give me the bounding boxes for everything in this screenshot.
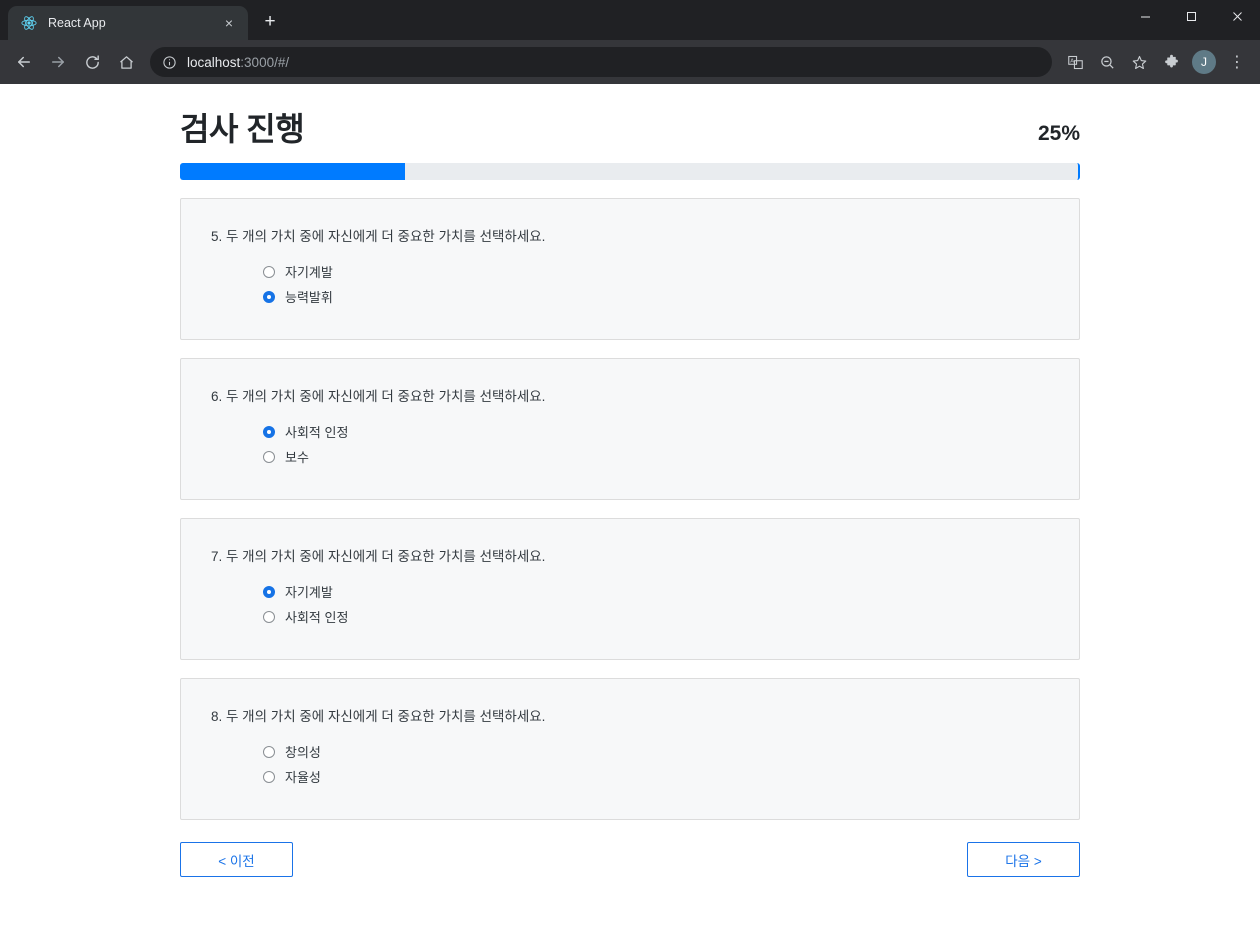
translate-icon[interactable]: A bbox=[1060, 47, 1090, 77]
window-maximize-button[interactable] bbox=[1168, 0, 1214, 32]
radio-button[interactable] bbox=[263, 290, 275, 303]
option-label: 자율성 bbox=[285, 770, 321, 785]
forward-icon[interactable] bbox=[42, 46, 74, 78]
browser-tab[interactable]: React App × bbox=[8, 6, 248, 40]
toolbar-icon-group: A J ⋮ bbox=[1060, 47, 1252, 77]
survey-container: 검사 진행 25% 5. 두 개의 가치 중에 자신에게 더 중요한 가치를 선… bbox=[180, 84, 1080, 877]
back-icon[interactable] bbox=[8, 46, 40, 78]
profile-avatar[interactable]: J bbox=[1192, 50, 1216, 74]
progress-percent-label: 25% bbox=[1037, 122, 1080, 145]
svg-text:A: A bbox=[1070, 58, 1074, 64]
question-card: 5. 두 개의 가치 중에 자신에게 더 중요한 가치를 선택하세요. 자기계발… bbox=[180, 198, 1080, 340]
home-icon[interactable] bbox=[110, 46, 142, 78]
bookmark-star-icon[interactable] bbox=[1124, 47, 1154, 77]
site-info-icon[interactable] bbox=[162, 55, 177, 70]
address-bar[interactable]: localhost:3000/#/ bbox=[150, 47, 1052, 77]
prev-button[interactable]: < 이전 bbox=[180, 842, 293, 877]
zoom-search-icon[interactable] bbox=[1092, 47, 1122, 77]
new-tab-button[interactable]: + bbox=[256, 8, 284, 36]
radio-button[interactable] bbox=[263, 585, 275, 598]
navigation-row: < 이전 다음 > bbox=[180, 842, 1080, 877]
survey-header: 검사 진행 25% bbox=[180, 104, 1080, 150]
tab-close-icon[interactable]: × bbox=[220, 14, 238, 32]
tab-title: React App bbox=[48, 16, 106, 30]
address-bar-url: localhost:3000/#/ bbox=[187, 55, 289, 70]
option-label: 사회적 인정 bbox=[285, 425, 349, 440]
question-text: 5. 두 개의 가치 중에 자신에게 더 중요한 가치를 선택하세요. bbox=[211, 229, 546, 244]
option-label: 보수 bbox=[285, 450, 309, 465]
radio-button[interactable] bbox=[263, 770, 275, 783]
radio-button[interactable] bbox=[263, 265, 275, 278]
option-row[interactable]: 능력발휘 bbox=[211, 284, 1049, 309]
option-label: 자기계발 bbox=[285, 265, 333, 280]
url-path: :3000/#/ bbox=[240, 54, 290, 70]
option-label: 창의성 bbox=[285, 745, 321, 760]
react-logo-icon bbox=[20, 14, 38, 32]
question-card: 6. 두 개의 가치 중에 자신에게 더 중요한 가치를 선택하세요. 사회적 … bbox=[180, 358, 1080, 500]
window-close-button[interactable] bbox=[1214, 0, 1260, 32]
question-card: 8. 두 개의 가치 중에 자신에게 더 중요한 가치를 선택하세요. 창의성 … bbox=[180, 678, 1080, 820]
page-title: 검사 진행 bbox=[180, 111, 305, 147]
option-row[interactable]: 창의성 bbox=[211, 739, 1049, 764]
radio-button[interactable] bbox=[263, 610, 275, 623]
option-row[interactable]: 자기계발 bbox=[211, 259, 1049, 284]
option-label: 능력발휘 bbox=[285, 290, 333, 305]
browser-toolbar: localhost:3000/#/ A J ⋮ bbox=[0, 40, 1260, 84]
question-text: 7. 두 개의 가치 중에 자신에게 더 중요한 가치를 선택하세요. bbox=[211, 549, 546, 564]
browser-menu-icon[interactable]: ⋮ bbox=[1222, 47, 1252, 77]
window-controls bbox=[1122, 0, 1260, 40]
extensions-puzzle-icon[interactable] bbox=[1156, 47, 1186, 77]
option-label: 사회적 인정 bbox=[285, 610, 349, 625]
tab-strip: React App × + bbox=[0, 0, 284, 40]
option-row[interactable]: 보수 bbox=[211, 444, 1049, 469]
radio-button[interactable] bbox=[263, 745, 275, 758]
question-list: 5. 두 개의 가치 중에 자신에게 더 중요한 가치를 선택하세요. 자기계발… bbox=[180, 198, 1080, 820]
browser-titlebar: React App × + bbox=[0, 0, 1260, 40]
option-row[interactable]: 사회적 인정 bbox=[211, 419, 1049, 444]
question-text: 8. 두 개의 가치 중에 자신에게 더 중요한 가치를 선택하세요. bbox=[211, 709, 546, 724]
reload-icon[interactable] bbox=[76, 46, 108, 78]
progress-bar-fill bbox=[180, 163, 405, 180]
question-card: 7. 두 개의 가치 중에 자신에게 더 중요한 가치를 선택하세요. 자기계발… bbox=[180, 518, 1080, 660]
window-minimize-button[interactable] bbox=[1122, 0, 1168, 32]
option-label: 자기계발 bbox=[285, 585, 333, 600]
option-row[interactable]: 자기계발 bbox=[211, 579, 1049, 604]
radio-button[interactable] bbox=[263, 425, 275, 438]
option-row[interactable]: 사회적 인정 bbox=[211, 604, 1049, 629]
page-viewport: 검사 진행 25% 5. 두 개의 가치 중에 자신에게 더 중요한 가치를 선… bbox=[0, 84, 1260, 927]
radio-button[interactable] bbox=[263, 450, 275, 463]
url-host: localhost bbox=[187, 54, 241, 70]
question-text: 6. 두 개의 가치 중에 자신에게 더 중요한 가치를 선택하세요. bbox=[211, 389, 546, 404]
progress-track bbox=[180, 163, 1080, 180]
next-button[interactable]: 다음 > bbox=[967, 842, 1080, 877]
browser-window: React App × + localhost:3000/#/ A J ⋮ 검사… bbox=[0, 0, 1260, 927]
option-row[interactable]: 자율성 bbox=[211, 764, 1049, 789]
